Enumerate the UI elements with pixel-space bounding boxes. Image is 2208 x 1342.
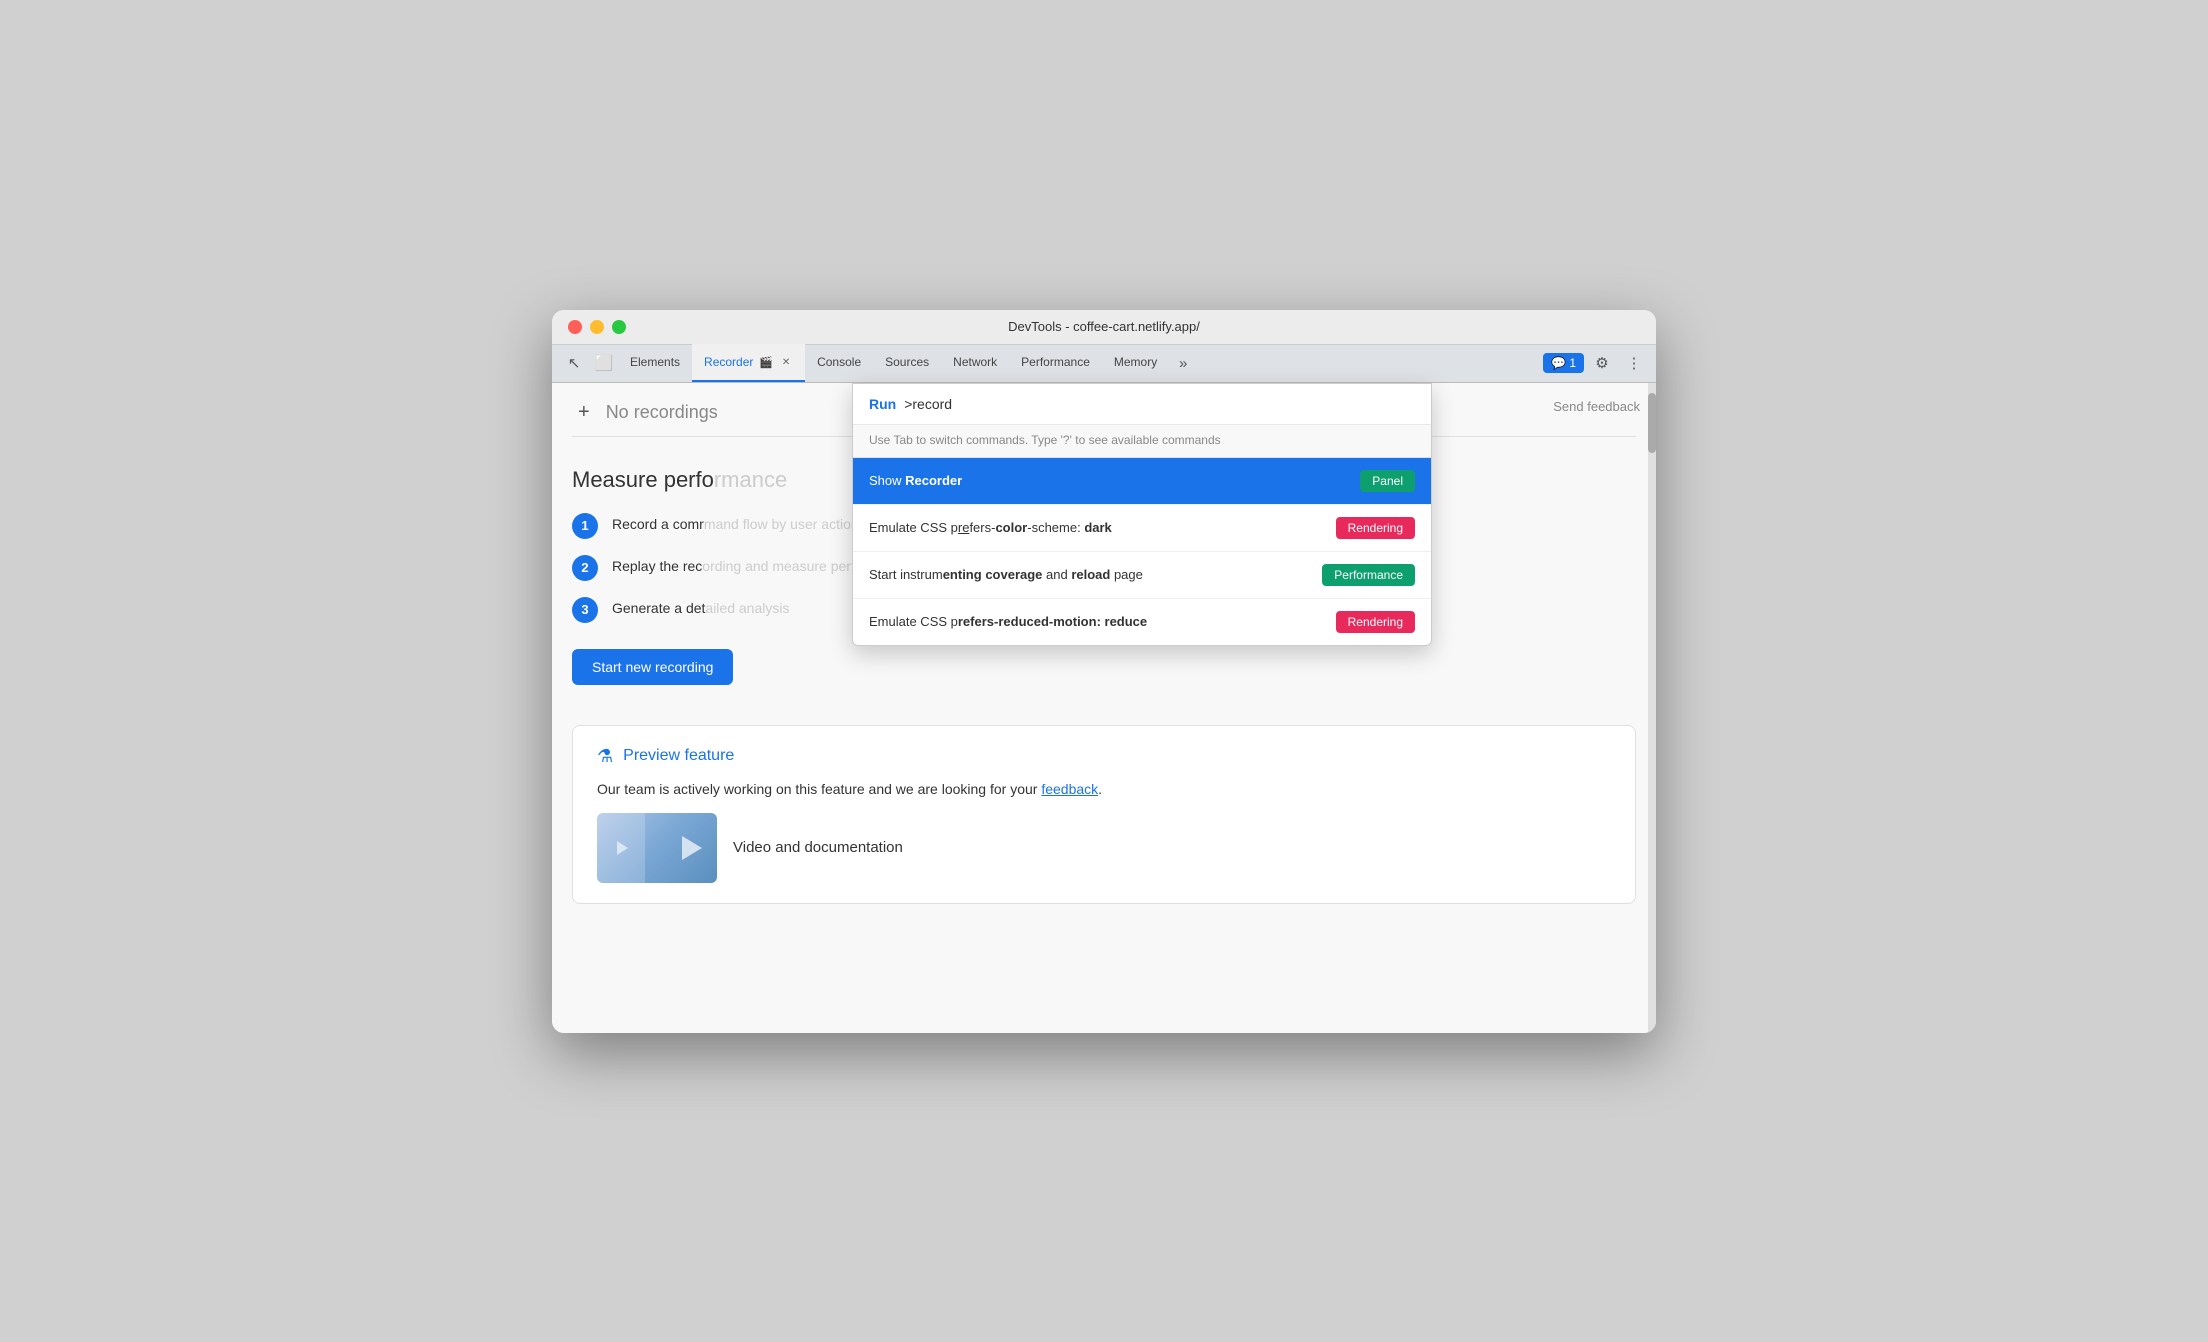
tab-sources[interactable]: Sources bbox=[873, 344, 941, 382]
command-badge-panel: Panel bbox=[1360, 470, 1415, 492]
more-options-button[interactable]: ⋮ bbox=[1620, 349, 1648, 377]
traffic-lights bbox=[568, 320, 626, 334]
feedback-button[interactable]: 💬 1 bbox=[1543, 353, 1584, 373]
devtools-window: DevTools - coffee-cart.netlify.app/ ↖ ⬜ … bbox=[552, 310, 1656, 1033]
command-item-text-emulate-dark: Emulate CSS prefers-color-scheme: dark bbox=[869, 520, 1112, 535]
command-item-emulate-reduce[interactable]: Emulate CSS prefers-reduced-motion: redu… bbox=[853, 599, 1431, 645]
maximize-button[interactable] bbox=[612, 320, 626, 334]
command-palette: Run >record Use Tab to switch commands. … bbox=[852, 383, 1432, 646]
tab-console[interactable]: Console bbox=[805, 344, 873, 382]
command-item-text-start-coverage: Start instrumenting coverage and reload … bbox=[869, 567, 1143, 582]
command-badge-rendering-1: Rendering bbox=[1336, 517, 1415, 539]
settings-button[interactable]: ⚙ bbox=[1588, 349, 1616, 377]
tab-bar-tools: ↖ ⬜ bbox=[560, 349, 618, 377]
main-content: + No recordings Send feedback Measure pe… bbox=[552, 383, 1656, 1033]
command-item-text-emulate-reduce: Emulate CSS prefers-reduced-motion: redu… bbox=[869, 614, 1147, 629]
command-item-text-show-recorder: Show Recorder bbox=[869, 473, 962, 488]
command-badge-performance: Performance bbox=[1322, 564, 1415, 586]
command-hint: Use Tab to switch commands. Type '?' to … bbox=[853, 425, 1431, 458]
command-palette-overlay: Run >record Use Tab to switch commands. … bbox=[552, 383, 1656, 1033]
window-title: DevTools - coffee-cart.netlify.app/ bbox=[1008, 319, 1200, 334]
tab-network[interactable]: Network bbox=[941, 344, 1009, 382]
tab-recorder[interactable]: Recorder 🎬 ✕ bbox=[692, 344, 805, 382]
command-item-emulate-dark[interactable]: Emulate CSS prefers-color-scheme: dark R… bbox=[853, 505, 1431, 552]
minimize-button[interactable] bbox=[590, 320, 604, 334]
more-tabs-button[interactable]: » bbox=[1169, 349, 1197, 377]
tab-memory[interactable]: Memory bbox=[1102, 344, 1169, 382]
tabs: Elements Recorder 🎬 ✕ Console Sources Ne… bbox=[618, 344, 1543, 382]
tab-performance[interactable]: Performance bbox=[1009, 344, 1102, 382]
tab-bar-right-controls: 💬 1 ⚙ ⋮ bbox=[1543, 349, 1648, 377]
tab-bar: ↖ ⬜ Elements Recorder 🎬 ✕ Console Source… bbox=[552, 345, 1656, 383]
tab-elements[interactable]: Elements bbox=[618, 344, 692, 382]
command-badge-rendering-2: Rendering bbox=[1336, 611, 1415, 633]
close-button[interactable] bbox=[568, 320, 582, 334]
command-item-show-recorder[interactable]: Show Recorder Panel bbox=[853, 458, 1431, 505]
command-item-start-coverage[interactable]: Start instrumenting coverage and reload … bbox=[853, 552, 1431, 599]
device-toolbar-button[interactable]: ⬜ bbox=[590, 349, 618, 377]
close-recorder-tab-button[interactable]: ✕ bbox=[779, 355, 793, 369]
command-input-row: Run >record bbox=[853, 384, 1431, 425]
command-input-text[interactable]: >record bbox=[904, 396, 952, 412]
command-run-label: Run bbox=[869, 396, 896, 412]
title-bar: DevTools - coffee-cart.netlify.app/ bbox=[552, 310, 1656, 345]
inspect-element-button[interactable]: ↖ bbox=[560, 349, 588, 377]
